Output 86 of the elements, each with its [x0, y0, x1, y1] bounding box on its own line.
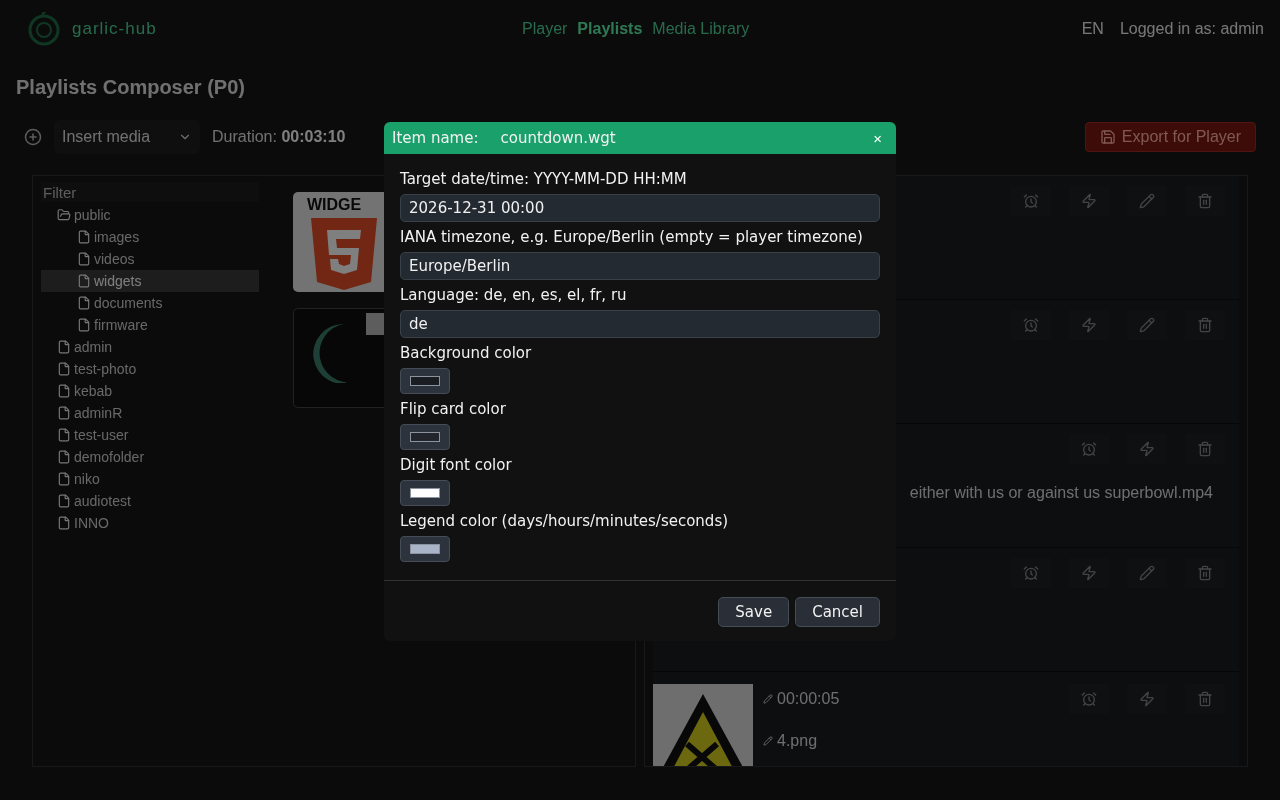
file-icon — [57, 406, 71, 420]
tree-item[interactable]: adminR — [41, 402, 259, 424]
user-label[interactable]: Logged in as: admin — [1119, 20, 1264, 38]
dialog-button[interactable]: Save — [718, 597, 790, 627]
pencil-icon — [763, 694, 773, 704]
nav-link[interactable]: Player — [522, 20, 568, 38]
tree-item[interactable]: firmware — [41, 314, 259, 336]
text-field[interactable]: de — [400, 310, 880, 338]
file-icon — [77, 274, 91, 288]
trash-icon — [1197, 441, 1213, 457]
dialog-button[interactable]: Cancel — [795, 597, 880, 627]
pencil-icon — [763, 736, 773, 746]
playlist-item[interactable]: 00:00:05 4.png — [653, 672, 1239, 766]
file-icon — [57, 472, 71, 486]
file-icon — [57, 516, 71, 530]
file-icon — [57, 428, 71, 442]
alarm-clock-icon — [1081, 441, 1097, 457]
field-label: Language: de, en, es, el, fr, ru — [400, 286, 628, 304]
moon-icon — [312, 323, 346, 383]
item-title: either with us or against us superbowl.mp4 — [908, 483, 1214, 502]
tree-item[interactable]: documents — [41, 292, 259, 314]
language-menu[interactable]: EN — [1081, 20, 1104, 38]
field-label: IANA timezone, e.g. Europe/Berlin (empty = player timezone) — [400, 228, 864, 246]
color-picker[interactable] — [400, 424, 450, 450]
export-button[interactable]: Export for Player — [1084, 122, 1256, 152]
tree-item[interactable]: public — [41, 204, 259, 226]
thumbnail-caption: WIDGE — [306, 196, 363, 214]
tree-item[interactable]: widgets — [41, 270, 259, 292]
dialog-label: Item name: — [392, 129, 479, 147]
trash-icon — [1197, 691, 1213, 707]
tree-item[interactable]: kebab — [41, 380, 259, 402]
insert-media-select[interactable]: Insert media — [54, 120, 200, 154]
lightning-icon — [1139, 441, 1155, 457]
pencil-icon — [1139, 565, 1155, 581]
dialog-title: countdown.wgt — [500, 129, 616, 147]
nav-link[interactable]: Media Library — [652, 20, 750, 38]
tree-item[interactable]: test-user — [41, 424, 259, 446]
lightning-icon — [1081, 193, 1097, 209]
lightning-icon — [1081, 565, 1097, 581]
tree-item[interactable]: niko — [41, 468, 259, 490]
duration-text: Duration: 00:03:10 — [212, 128, 346, 146]
field-label: Flip card color — [400, 400, 507, 418]
file-icon — [57, 362, 71, 376]
alarm-clock-icon — [1023, 565, 1039, 581]
tree-item[interactable]: demofolder — [41, 446, 259, 468]
trash-icon — [1197, 317, 1213, 333]
lightning-icon — [1139, 691, 1155, 707]
tree-item[interactable]: audiotest — [41, 490, 259, 512]
alarm-clock-icon — [1023, 193, 1039, 209]
nav-link[interactable]: Playlists — [577, 20, 643, 38]
tree-item[interactable]: admin — [41, 336, 259, 358]
alarm-clock-icon — [1081, 691, 1097, 707]
tree-item[interactable]: test-photo — [41, 358, 259, 380]
color-picker[interactable] — [400, 368, 450, 394]
tree-item[interactable]: INNO — [41, 512, 259, 534]
lightning-icon — [1081, 317, 1097, 333]
text-field[interactable]: 2026-12-31 00:00 — [400, 194, 880, 222]
file-icon — [57, 494, 71, 508]
close-button[interactable]: × — [867, 128, 888, 148]
alarm-clock-icon — [1023, 317, 1039, 333]
tree-item[interactable]: images — [41, 226, 259, 248]
page-title: Playlists Composer (P0) — [16, 76, 246, 99]
logo-text: garlic-hub — [72, 19, 157, 39]
color-picker[interactable] — [400, 480, 450, 506]
file-icon — [57, 450, 71, 464]
file-icon — [77, 296, 91, 310]
file-icon — [77, 252, 91, 266]
file-icon — [57, 340, 71, 354]
trash-icon — [1197, 193, 1213, 209]
field-label: Target date/time: YYYY-MM-DD HH:MM — [400, 170, 688, 188]
pencil-icon — [1139, 193, 1155, 209]
trash-icon — [1197, 565, 1213, 581]
text-field[interactable]: Europe/Berlin — [400, 252, 880, 280]
field-label: Digit font color — [400, 456, 513, 474]
pencil-icon — [1139, 317, 1155, 333]
item-name[interactable]: 4.png — [753, 714, 1239, 756]
file-icon — [77, 230, 91, 244]
file-icon — [77, 318, 91, 332]
color-picker[interactable] — [400, 536, 450, 562]
save-icon — [1099, 129, 1116, 145]
html5-shield-icon — [309, 218, 379, 290]
tree-item[interactable]: videos — [41, 248, 259, 270]
add-icon[interactable] — [24, 128, 42, 146]
field-label: Background color — [400, 344, 533, 362]
file-icon — [57, 384, 71, 398]
duration-text[interactable]: 00:00:05 — [753, 684, 850, 714]
